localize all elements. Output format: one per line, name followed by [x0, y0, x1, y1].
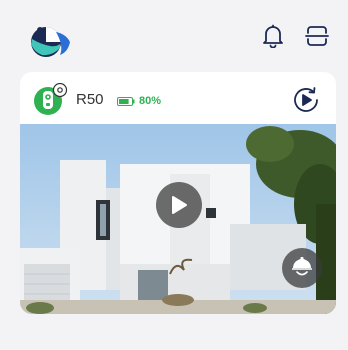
brand-logo: [26, 22, 74, 60]
notification-bell-icon[interactable]: [259, 22, 287, 50]
camera-preview[interactable]: [20, 124, 336, 314]
device-card-header: R50 80%: [20, 72, 336, 124]
battery-status: 80%: [117, 94, 177, 108]
home-screen: R50 80%: [0, 0, 348, 350]
battery-percent: 80%: [139, 95, 162, 107]
battery-icon: [117, 96, 135, 106]
playback-icon[interactable]: [291, 85, 321, 115]
play-icon: [172, 196, 187, 214]
device-card[interactable]: R50 80%: [20, 72, 336, 314]
device-settings-icon[interactable]: [53, 83, 67, 97]
play-button[interactable]: [156, 182, 202, 228]
device-name: R50: [76, 91, 104, 108]
scan-icon[interactable]: [303, 22, 331, 50]
ptz-control-button[interactable]: [282, 248, 322, 288]
ptz-control-icon: [292, 257, 312, 276]
device-icon[interactable]: [34, 82, 68, 117]
